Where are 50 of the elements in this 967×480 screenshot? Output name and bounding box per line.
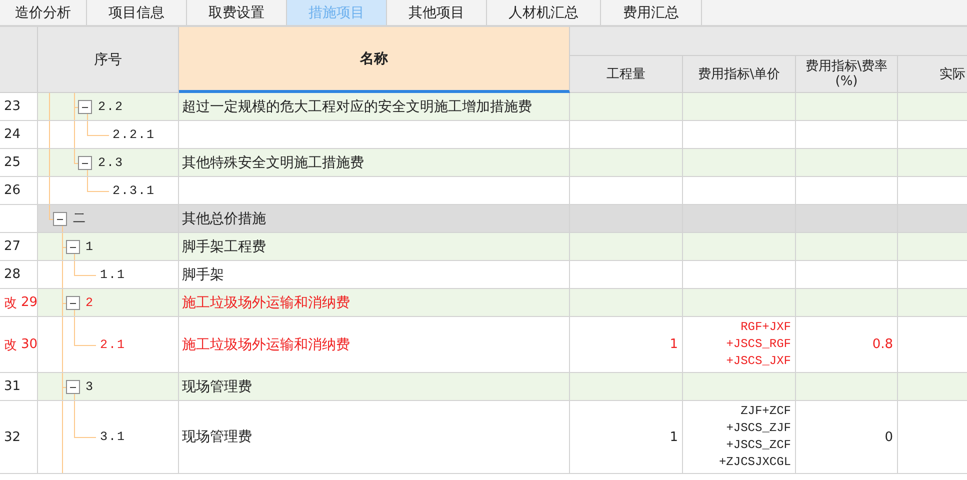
row-number: 24 [4,127,21,142]
column-header: 序号 [38,27,179,93]
collapse-icon[interactable] [53,212,67,226]
table-cell: ZJF+ZCF +JSCS_ZJF +JSCS_ZCF +ZJCSJXCGL [683,401,796,474]
row-seq: 二 [73,211,87,227]
row-number: 23 [4,99,21,114]
row-seq: 2.3.1 [112,184,156,198]
collapse-icon[interactable] [78,156,92,170]
row-number: 31 [4,379,21,394]
row-seq: 2.3 [98,156,124,170]
row-seq: 3 [86,380,94,394]
row-seq: 1.1 [100,268,126,282]
column-header: 实际 [898,56,967,93]
row-number: 30 [21,337,38,352]
collapse-icon[interactable] [66,296,80,310]
table-cell: 超过一定规模的危大工程对应的安全文明施工增加措施费 [179,93,570,121]
row-seq: 2.2.1 [112,128,156,142]
column-header: 名称 [179,27,570,93]
row-number: 28 [4,267,21,282]
table-cell: 脚手架 [179,261,570,289]
row-number: 27 [4,239,21,254]
table-cell: 脚手架工程费 [179,233,570,261]
table-cell: 1 [570,317,683,373]
row-seq: 1 [86,240,94,254]
row-seq: 2.2 [98,100,124,114]
table-cell: 施工垃圾场外运输和消纳费 [179,289,570,317]
table-cell: 施工垃圾场外运输和消纳费 [179,317,570,373]
table-cell: RGF+JXF +JSCS_RGF +JSCS_JXF [683,317,796,373]
collapse-icon[interactable] [66,240,80,254]
table-cell: 0.8 [796,317,898,373]
collapse-icon[interactable] [78,100,92,114]
column-header: 费用指标\费率(%) [796,56,898,93]
table-cell: 现场管理费 [179,373,570,401]
row-seq: 3.1 [100,430,126,444]
column-header: 工程量 [570,56,683,93]
row-seq: 2.1 [100,338,126,352]
column-header: 费用指标\单价 [683,56,796,93]
table-cell: 其他特殊安全文明施工措施费 [179,149,570,177]
table-cell: 现场管理费 [179,401,570,474]
row-number: 29 [21,295,38,310]
row-number: 25 [4,155,21,170]
row-number: 32 [4,430,21,444]
table-cell: 其他总价措施 [179,205,570,233]
collapse-icon[interactable] [66,380,80,394]
table-cell: 0 [796,401,898,474]
modified-mark: 改 [4,294,17,312]
row-seq: 2 [86,296,94,310]
modified-mark: 改 [4,336,17,354]
row-number: 26 [4,183,21,198]
table-cell: 1 [570,401,683,474]
